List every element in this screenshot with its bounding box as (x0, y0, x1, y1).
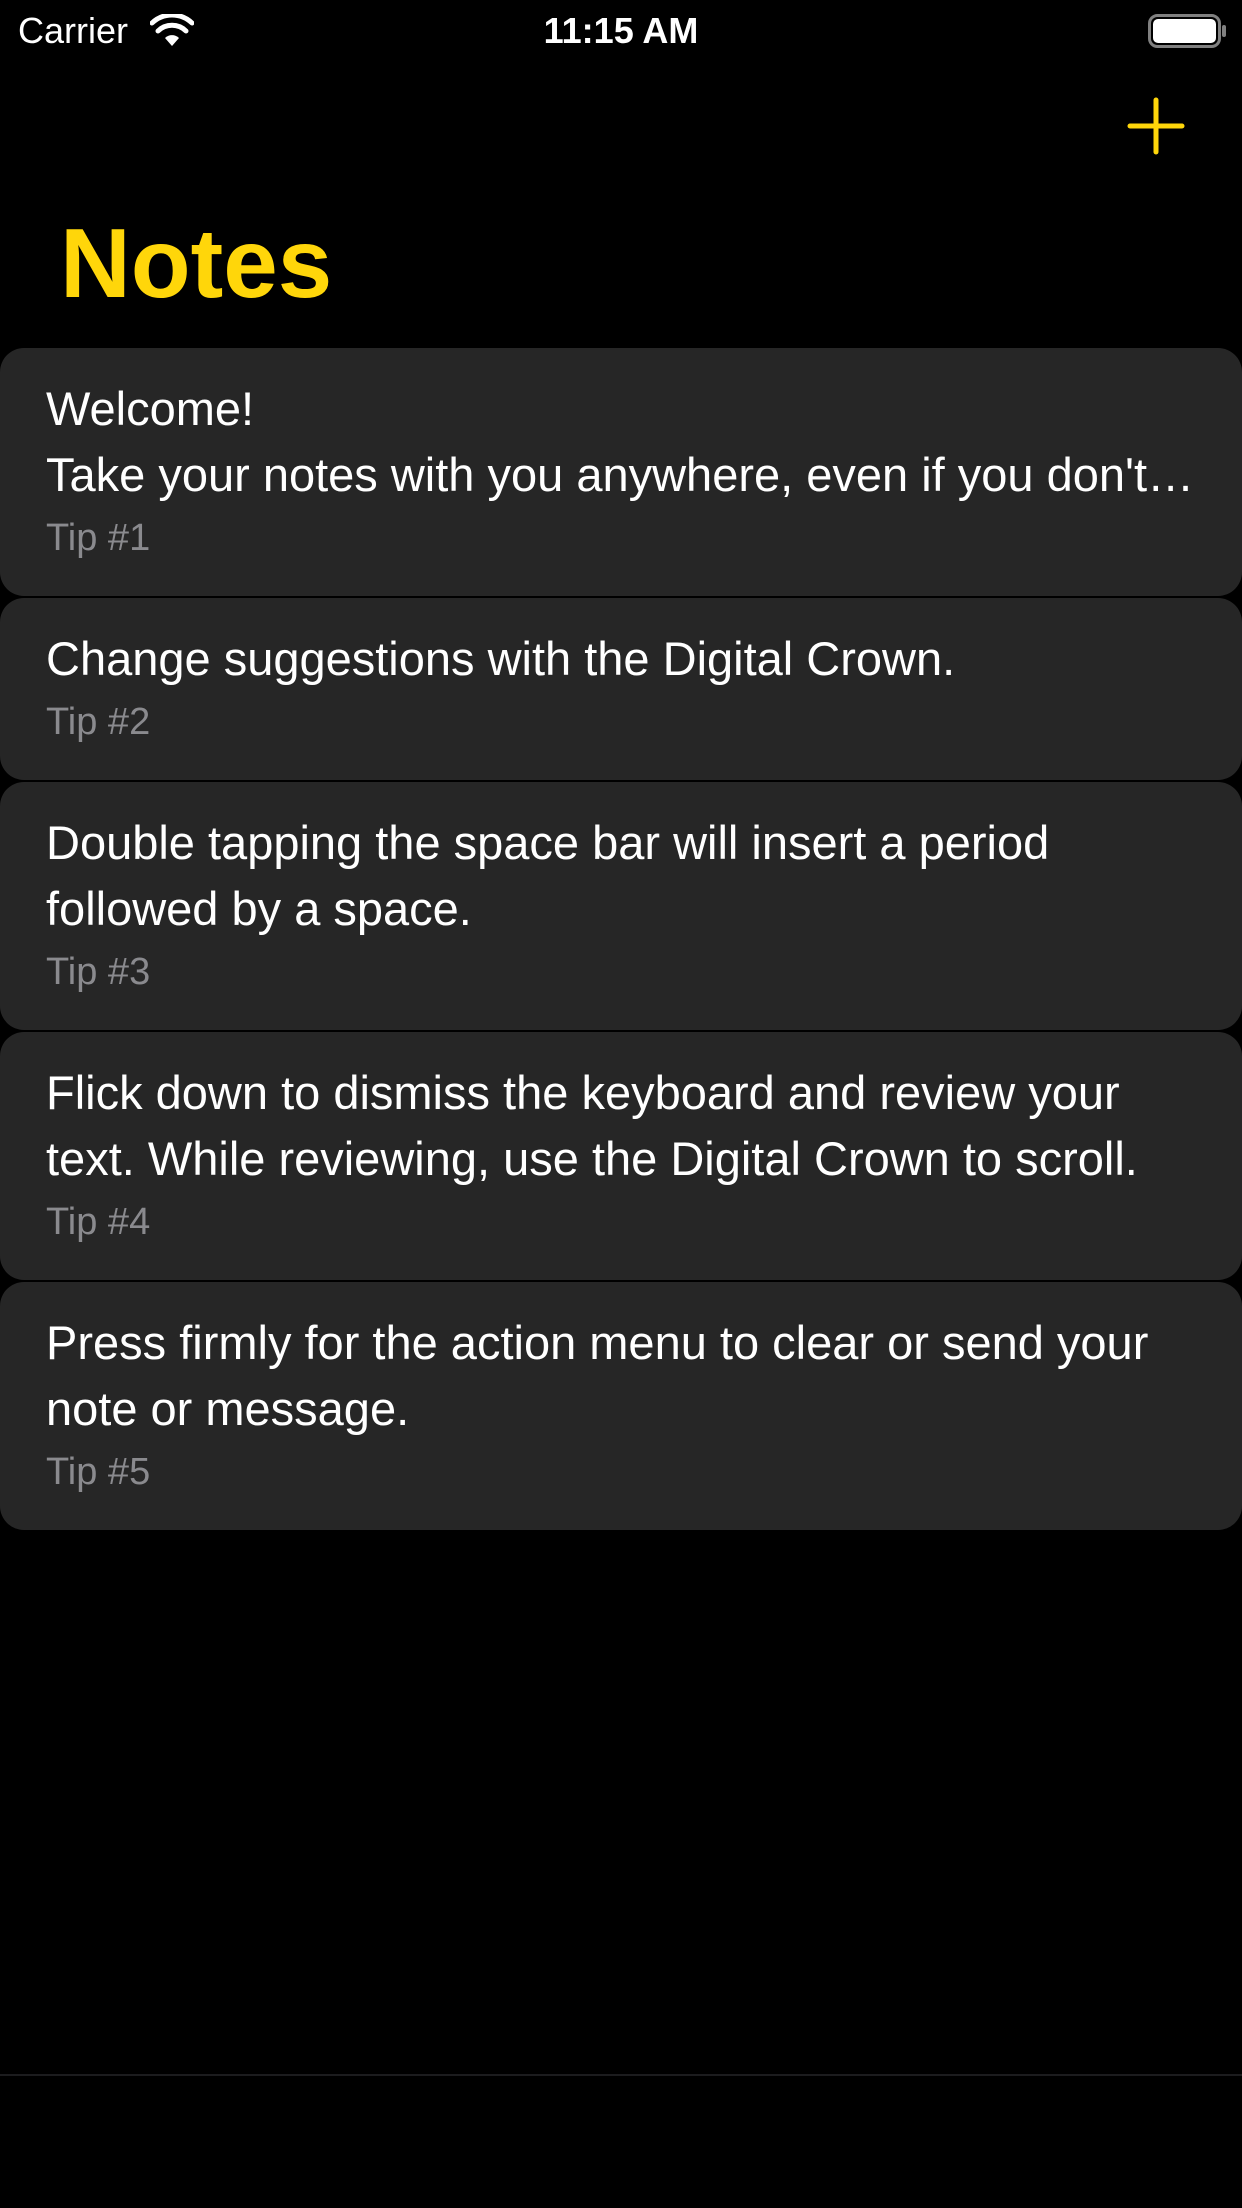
note-tip-label: Tip #1 (46, 517, 151, 559)
plus-icon (1127, 97, 1185, 155)
note-item-5[interactable]: Press firmly for the action menu to clea… (0, 1282, 1242, 1530)
note-tip-label: Tip #2 (46, 701, 151, 743)
bottom-toolbar (0, 2076, 1242, 2208)
note-item-3[interactable]: Double tapping the space bar will insert… (0, 782, 1242, 1030)
status-time: 11:15 AM (543, 10, 699, 51)
battery-icon (1148, 14, 1226, 48)
page-title: Notes (60, 208, 333, 318)
note-text: Double tapping the space bar will insert… (46, 816, 1050, 935)
status-bar: Carrier 11:15 AM (0, 0, 1242, 62)
notes-list: Welcome! Take your notes with you anywhe… (0, 348, 1242, 1532)
note-tip-label: Tip #4 (46, 1201, 151, 1243)
note-item-1[interactable]: Welcome! Take your notes with you anywhe… (0, 348, 1242, 596)
note-item-2[interactable]: Change suggestions with the Digital Crow… (0, 598, 1242, 780)
note-text: Press firmly for the action menu to clea… (46, 1316, 1149, 1435)
note-tip-label: Tip #5 (46, 1451, 151, 1493)
add-note-button[interactable] (1126, 96, 1186, 156)
note-tip-label: Tip #3 (46, 951, 151, 993)
note-text: Welcome! Take your notes with you anywhe… (46, 382, 1148, 501)
note-text: Flick down to dismiss the keyboard and r… (46, 1066, 1138, 1185)
note-text: Change suggestions with the Digital Crow… (46, 632, 956, 685)
note-item-4[interactable]: Flick down to dismiss the keyboard and r… (0, 1032, 1242, 1280)
